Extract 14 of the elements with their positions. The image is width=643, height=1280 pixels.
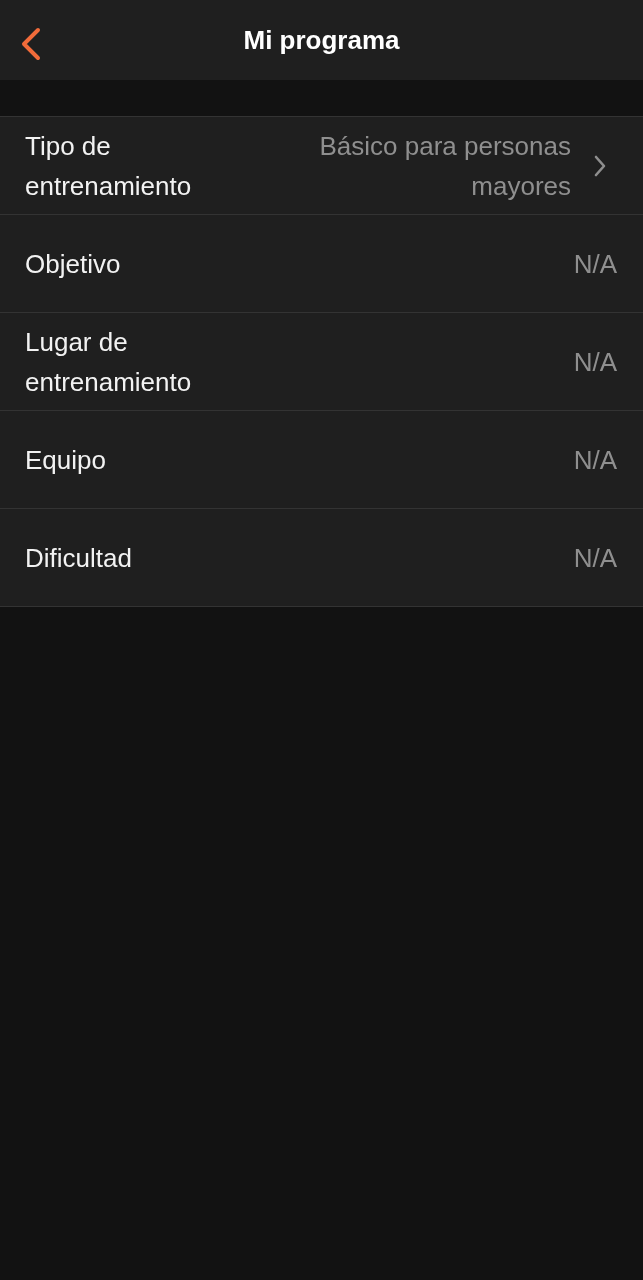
setting-label: Dificultad [25, 541, 133, 575]
setting-value: N/A [572, 345, 617, 379]
settings-row[interactable]: Tipo de entrenamiento Básico para personas mayores [0, 117, 643, 215]
setting-value: Básico para personas mayores [318, 129, 571, 203]
screen-title: Mi programa [243, 24, 400, 56]
setting-label: Tipo de entrenamiento [25, 129, 193, 203]
setting-label: Equipo [25, 443, 107, 477]
back-chevron-icon [20, 27, 42, 61]
setting-label: Objetivo [25, 247, 122, 281]
setting-value: N/A [572, 443, 617, 477]
setting-value: N/A [572, 247, 617, 281]
setting-value: N/A [572, 541, 617, 575]
setting-label: Lugar de entrenamiento [25, 325, 193, 399]
chevron-right-icon [593, 153, 607, 178]
